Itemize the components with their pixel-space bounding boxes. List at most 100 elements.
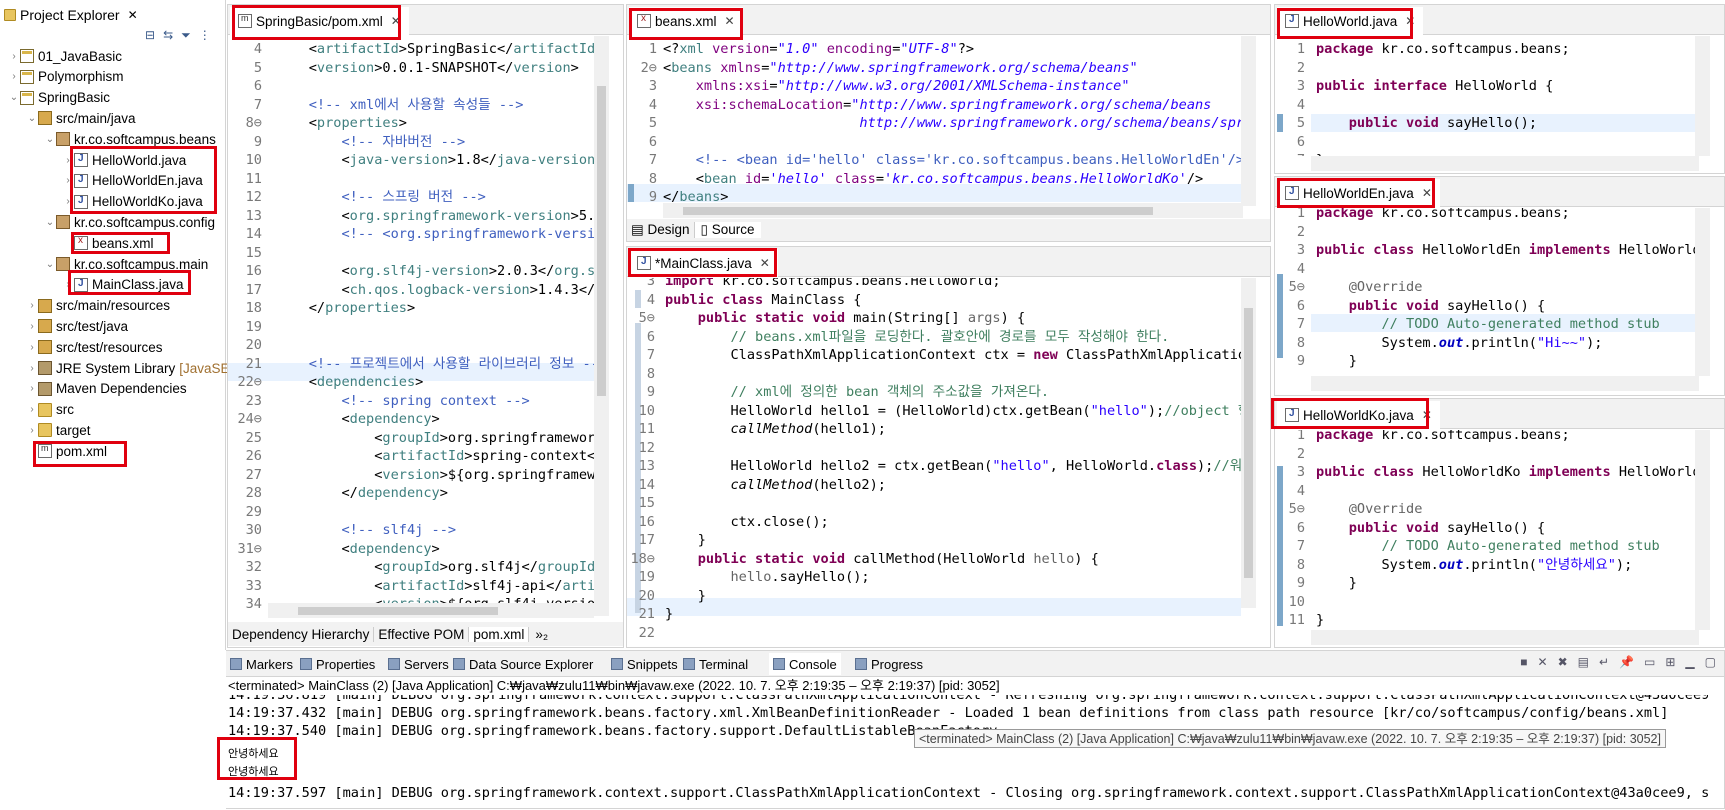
tab-mainclass-java[interactable]: *MainClass.java ✕ <box>629 249 778 277</box>
close-icon[interactable]: ✕ <box>128 8 138 22</box>
tree-item[interactable]: pom.xml <box>26 441 107 461</box>
beans-editor-body[interactable]: 1 2⊖ 3 4 5 6 7 8 9 <?xml version="1.0" e… <box>627 36 1243 206</box>
pin-console-icon[interactable]: 📌 <box>1619 655 1634 669</box>
tree-item[interactable]: beans.xml <box>62 233 154 253</box>
more-tabs-button[interactable]: »₂ <box>529 627 554 642</box>
collapse-arrow-icon[interactable]: › <box>62 155 74 166</box>
tab-helloworld-java[interactable]: HelloWorld.java ✕ <box>1277 7 1424 35</box>
pom-editor-body[interactable]: 4 5 6 7 8⊖ 9 10 11 12 13 14 15 16 17 18 … <box>228 36 594 616</box>
scrollbar-thumb[interactable] <box>597 86 606 396</box>
mainclass-editor-body[interactable]: 3 4 5⊖ 6 7 8 9 10 11 12 13 14 15 16 17 1… <box>627 278 1241 646</box>
tab-helloworldko-java[interactable]: HelloWorldKo.java ✕ <box>1277 401 1440 429</box>
project-explorer-tab[interactable]: Project Explorer ✕ <box>4 4 138 26</box>
vertical-scrollbar[interactable] <box>594 36 609 616</box>
tree-item[interactable]: › 01_JavaBasic <box>8 46 122 66</box>
collapse-arrow-icon[interactable]: › <box>8 51 20 62</box>
filter-icon[interactable]: ⏷ <box>181 28 191 43</box>
close-icon[interactable]: ✕ <box>760 256 770 270</box>
tab-progress[interactable]: Progress <box>855 653 923 675</box>
tree-item[interactable]: ⌄ kr.co.softcampus.main <box>44 254 209 274</box>
tab-terminal[interactable]: Terminal <box>683 653 748 675</box>
tree-item[interactable]: › Maven Dependencies <box>26 379 186 399</box>
collapse-arrow-icon[interactable]: › <box>8 71 20 82</box>
tree-item[interactable]: ⌄ kr.co.softcampus.beans <box>44 129 216 149</box>
collapse-arrow-icon[interactable]: › <box>26 300 38 311</box>
collapse-arrow-icon[interactable]: › <box>26 342 38 353</box>
tab-pom-source[interactable]: pom.xml <box>469 626 530 642</box>
tab-snippets[interactable]: Snippets <box>611 653 678 675</box>
close-icon[interactable]: ✕ <box>391 14 401 28</box>
remove-all-icon[interactable]: ✖ <box>1558 655 1568 669</box>
tree-item[interactable]: › src <box>26 400 74 420</box>
tree-item[interactable]: › HelloWorldEn.java <box>62 171 202 191</box>
expand-arrow-icon[interactable]: ⌄ <box>8 92 20 103</box>
horizontal-scrollbar[interactable] <box>1311 630 1699 645</box>
expand-arrow-icon[interactable]: ⌄ <box>44 217 56 228</box>
expand-arrow-icon[interactable]: ⌄ <box>44 134 56 145</box>
horizontal-scrollbar[interactable] <box>1311 156 1699 171</box>
tree-item[interactable]: › src/test/resources <box>26 337 162 357</box>
close-icon[interactable]: ✕ <box>725 14 735 28</box>
terminate-icon[interactable]: ■ <box>1520 655 1527 669</box>
display-console-icon[interactable]: ▭ <box>1644 655 1655 669</box>
vertical-scrollbar[interactable] <box>1241 278 1256 608</box>
tab-design[interactable]: ▤ Design <box>627 222 695 238</box>
tab-dependency-hierarchy[interactable]: Dependency Hierarchy <box>228 626 375 642</box>
close-icon[interactable]: ✕ <box>1405 14 1415 28</box>
scrollbar-thumb[interactable] <box>683 207 1153 215</box>
tab-markers[interactable]: Markers <box>230 653 293 675</box>
vertical-scrollbar[interactable] <box>1241 36 1256 206</box>
helloworld-editor-body[interactable]: 1 2 3 4 5 6 7 package kr.co.softcampus.b… <box>1275 36 1699 156</box>
tab-effective-pom[interactable]: Effective POM <box>374 626 470 642</box>
scrollbar-thumb[interactable] <box>1244 308 1253 578</box>
maximize-icon[interactable]: ▢ <box>1705 655 1716 669</box>
tree-item[interactable]: › target <box>26 420 90 440</box>
helloworlden-editor-body[interactable]: 1 2 3 4 5⊖ 6 7 8 9 package kr.co.softcam… <box>1275 208 1699 376</box>
tab-data-source-explorer[interactable]: Data Source Explorer <box>453 653 593 675</box>
collapse-arrow-icon[interactable]: › <box>62 175 74 186</box>
vertical-scrollbar[interactable] <box>1695 36 1710 156</box>
collapse-arrow-icon[interactable]: › <box>26 404 38 415</box>
console-output[interactable]: 14:19:36.819 [main] DEBUG org.springfram… <box>228 695 1708 810</box>
expand-arrow-icon[interactable]: ⌄ <box>44 259 56 270</box>
collapse-arrow-icon[interactable]: › <box>62 196 74 207</box>
tab-beans-xml[interactable]: beans.xml ✕ <box>629 7 743 35</box>
vertical-scrollbar[interactable] <box>1695 208 1710 376</box>
close-icon[interactable]: ✕ <box>1422 408 1432 422</box>
tab-source[interactable]: ▯ Source <box>694 222 761 238</box>
tab-helloworlden-java[interactable]: HelloWorldEn.java ✕ <box>1277 179 1440 207</box>
horizontal-scrollbar[interactable] <box>268 603 594 618</box>
tree-item[interactable]: › src/test/java <box>26 316 128 336</box>
link-editor-icon[interactable]: ⇆ <box>163 28 173 43</box>
tree-item[interactable]: ⌄ src/main/java <box>26 108 136 128</box>
tab-properties[interactable]: Properties <box>300 653 375 675</box>
horizontal-scrollbar[interactable] <box>1311 376 1699 391</box>
tree-item[interactable]: › Polymorphism <box>8 67 123 87</box>
tree-item[interactable]: › HelloWorld.java <box>62 150 186 170</box>
tree-item[interactable]: ⌄ SpringBasic <box>8 88 110 108</box>
helloworldko-editor-body[interactable]: 1 2 3 4 5⊖ 6 7 8 9 10 11 package kr.co.s… <box>1275 430 1699 630</box>
tab-console[interactable]: Console <box>769 653 841 675</box>
tree-item[interactable]: › src/main/resources <box>26 296 170 316</box>
view-menu-icon[interactable]: ⋮ <box>199 28 211 43</box>
collapse-all-icon[interactable]: ⊟ <box>145 28 155 43</box>
scroll-lock-icon[interactable]: ▤ <box>1578 655 1589 669</box>
collapse-arrow-icon[interactable]: › <box>26 321 38 332</box>
tab-servers[interactable]: Servers <box>388 653 449 675</box>
close-icon[interactable]: ✕ <box>1422 186 1432 200</box>
scrollbar-thumb[interactable] <box>298 607 498 615</box>
open-console-icon[interactable]: ⊞ <box>1665 655 1675 669</box>
expand-arrow-icon[interactable]: ⌄ <box>26 113 38 124</box>
collapse-arrow-icon[interactable]: › <box>62 279 74 290</box>
horizontal-scrollbar[interactable] <box>663 203 1243 218</box>
vertical-scrollbar[interactable] <box>1695 430 1710 630</box>
tree-item[interactable]: › HelloWorldKo.java <box>62 192 202 212</box>
tab-pom-xml[interactable]: SpringBasic/pom.xml ✕ <box>230 7 409 35</box>
tree-item[interactable]: › JRE System Library [JavaSE <box>26 358 229 378</box>
collapse-arrow-icon[interactable]: › <box>26 425 38 436</box>
collapse-arrow-icon[interactable]: › <box>26 383 38 394</box>
tree-item[interactable]: › MainClass.java <box>62 275 183 295</box>
minimize-icon[interactable]: ▁ <box>1685 655 1694 669</box>
remove-launch-icon[interactable]: ✕ <box>1538 655 1548 669</box>
tree-item[interactable]: ⌄ kr.co.softcampus.config <box>44 212 215 232</box>
